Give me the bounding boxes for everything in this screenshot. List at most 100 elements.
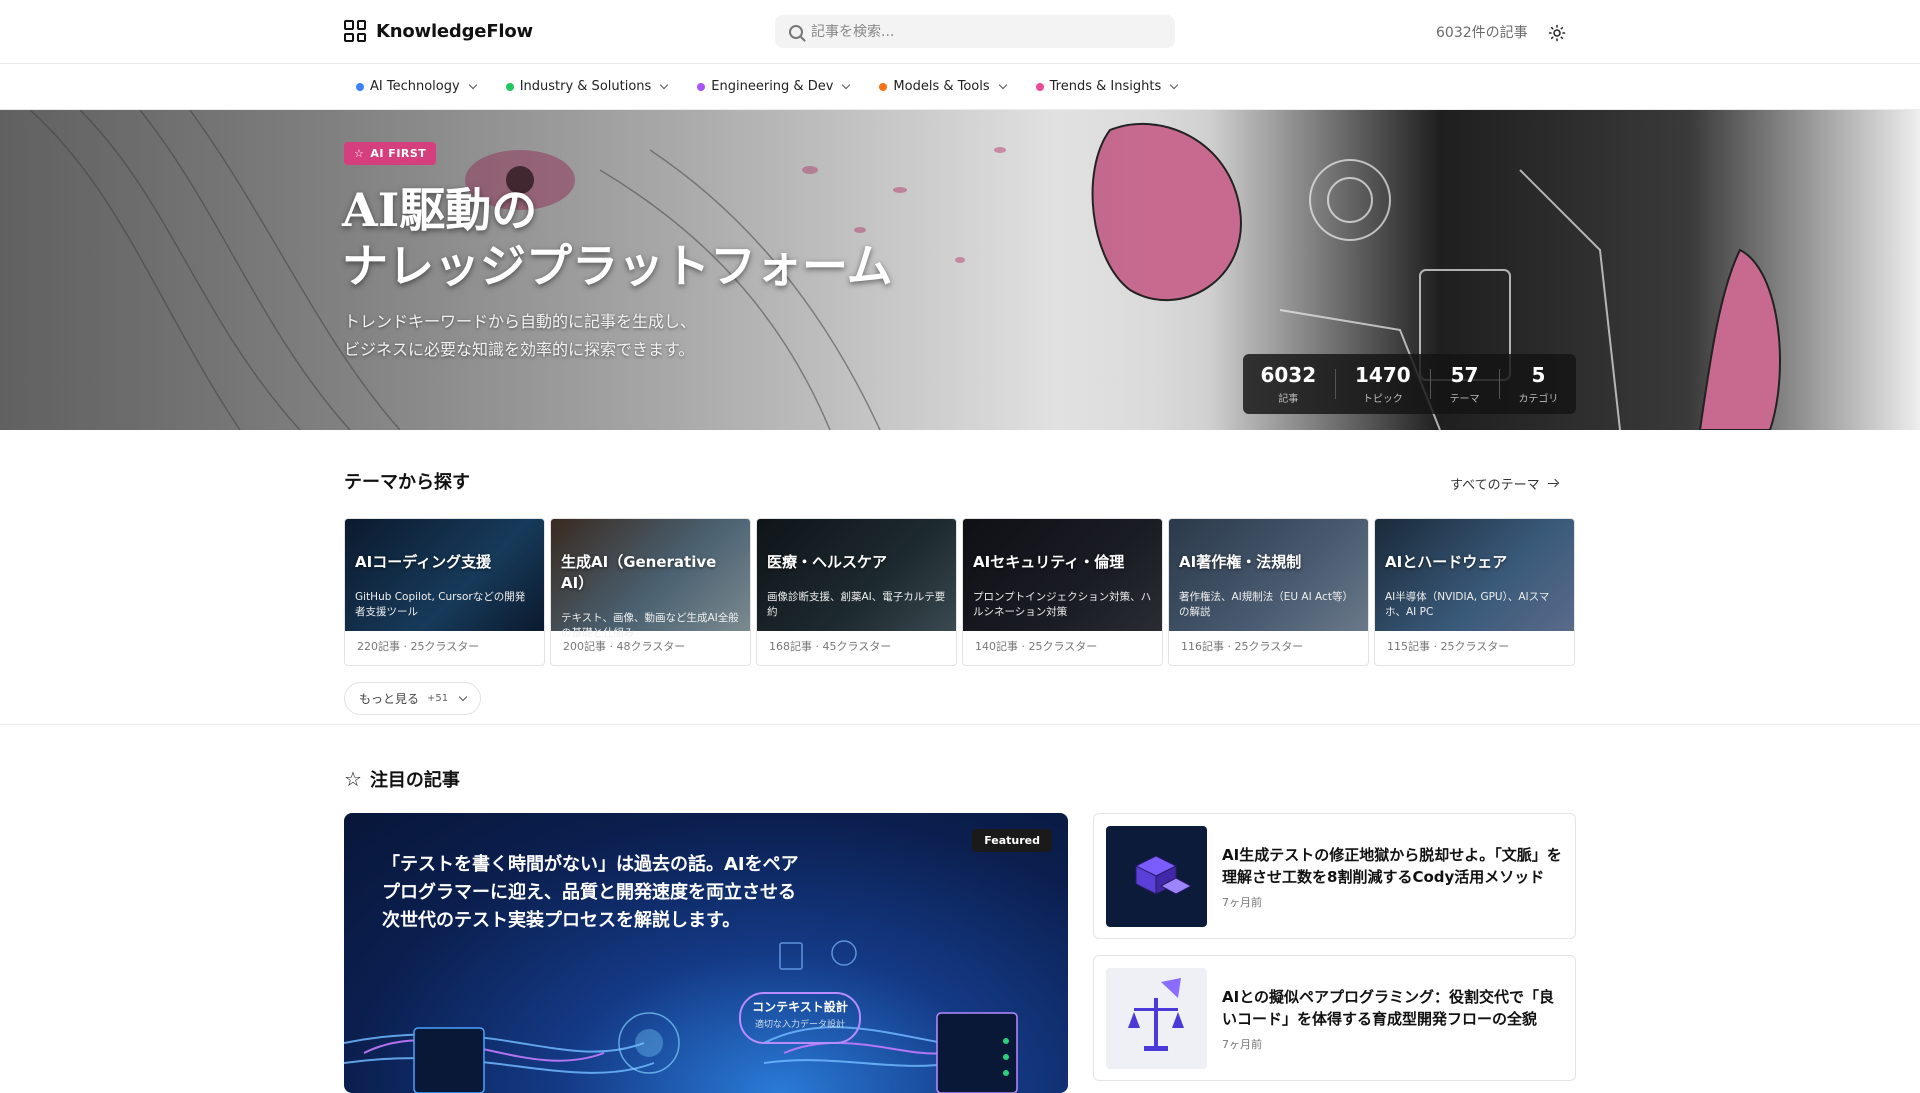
star-outline-icon: ☆ bbox=[344, 767, 362, 791]
stat-separator bbox=[1335, 369, 1337, 399]
category-label: Engineering & Dev bbox=[711, 79, 834, 94]
theme-name: AIセキュリティ・倫理 bbox=[973, 553, 1125, 571]
hero-title: AI駆動の ナレッジプラットフォーム bbox=[342, 182, 893, 294]
logo[interactable]: KnowledgeFlow bbox=[344, 20, 533, 42]
featured-main-text: 「テストを書く時間がない」は過去の話。AIをペアプログラマーに迎え、品質と開発速… bbox=[382, 854, 799, 931]
theme-card[interactable]: 生成AI（Generative AI） テキスト、画像、動画など生成AI全般の基… bbox=[550, 518, 751, 666]
side-article-title: AI生成テストの修正地獄から脱却せよ。「文脈」を理解させ工数を8割削減するCod… bbox=[1222, 846, 1562, 886]
side-article-title: AIとの擬似ペアプログラミング：役割交代で「良いコード」を体得する育成型開発フロ… bbox=[1222, 988, 1555, 1028]
stat-label: カテゴリ bbox=[1518, 394, 1559, 405]
chevron-down-icon bbox=[1169, 80, 1179, 89]
theme-name: 医療・ヘルスケア bbox=[767, 553, 888, 571]
category-label: Industry & Solutions bbox=[519, 79, 652, 94]
theme-description: GitHub Copilot, Cursorなどの開発者支援ツール bbox=[355, 591, 526, 618]
stat-number: 57 bbox=[1450, 363, 1479, 387]
theme-description: テキスト、画像、動画など生成AI全般の基礎と仕組み bbox=[561, 612, 739, 639]
stat-number: 6032 bbox=[1260, 363, 1317, 387]
theme-card[interactable]: AI著作権・法規制 著作権法、AI規制法（EU AI Act等）の解説 116記… bbox=[1168, 518, 1369, 666]
chevron-down-icon bbox=[468, 80, 477, 89]
theme-image: AIとハードウェア AI半導体（NVIDIA, GPU）、AIスマホ、AI PC bbox=[1375, 519, 1574, 631]
stat-item: 57 テーマ bbox=[1450, 363, 1480, 405]
arrow-right-icon bbox=[1547, 479, 1558, 489]
theme-description: AI半導体（NVIDIA, GPU）、AIスマホ、AI PC bbox=[1385, 591, 1550, 618]
theme-image: 生成AI（Generative AI） テキスト、画像、動画など生成AI全般の基… bbox=[551, 519, 750, 639]
featured-tag: Featured bbox=[972, 829, 1052, 852]
article-thumbnail bbox=[1106, 826, 1207, 927]
theme-card-list: AIコーディング支援 GitHub Copilot, Cursorなどの開発者支… bbox=[344, 518, 1575, 666]
top-header: KnowledgeFlow 6032件の記事 bbox=[0, 0, 1920, 64]
featured-title-text: 注目の記事 bbox=[369, 770, 460, 791]
isometric-blocks-icon bbox=[1134, 855, 1193, 895]
side-article-date: 7ヶ月前 bbox=[1222, 896, 1262, 909]
theme-name: 生成AI（Generative AI） bbox=[561, 553, 717, 592]
theme-name: AIコーディング支援 bbox=[355, 553, 492, 571]
category-dot-icon bbox=[1035, 82, 1044, 91]
featured-section-title: ☆ 注目の記事 bbox=[344, 766, 460, 792]
section-divider bbox=[0, 724, 1920, 725]
ai-first-badge: ☆ AI FIRST bbox=[344, 142, 437, 165]
show-more-button[interactable]: もっと見る +51 bbox=[344, 682, 482, 715]
theme-card[interactable]: 医療・ヘルスケア 画像診断支援、創薬AI、電子カルテ要約 168記事 · 45ク… bbox=[756, 518, 957, 666]
stat-separator bbox=[1498, 369, 1500, 399]
show-more-label: もっと見る bbox=[359, 692, 420, 706]
category-nav-item[interactable]: Trends & Insights bbox=[1035, 79, 1179, 94]
theme-meta: 140記事 · 25クラスター bbox=[975, 640, 1098, 653]
theme-image: 医療・ヘルスケア 画像診断支援、創薬AI、電子カルテ要約 bbox=[757, 519, 956, 631]
theme-toggle-button[interactable] bbox=[1544, 20, 1570, 46]
category-nav-item[interactable]: Industry & Solutions bbox=[505, 79, 669, 94]
category-label: Trends & Insights bbox=[1049, 79, 1162, 94]
stat-number: 1470 bbox=[1355, 363, 1411, 387]
article-thumbnail bbox=[1106, 968, 1207, 1069]
logo-text: KnowledgeFlow bbox=[376, 20, 533, 42]
stat-number: 5 bbox=[1531, 363, 1546, 387]
theme-image: AIセキュリティ・倫理 プロンプトインジェクション対策、ハルシネーション対策 bbox=[963, 519, 1162, 631]
theme-card[interactable]: AIとハードウェア AI半導体（NVIDIA, GPU）、AIスマホ、AI PC… bbox=[1374, 518, 1575, 666]
category-nav-item[interactable]: AI Technology bbox=[356, 79, 477, 94]
featured-side-article[interactable]: AI生成テストの修正地獄から脱却せよ。「文脈」を理解させ工数を8割削減するCod… bbox=[1093, 813, 1576, 939]
stat-item: 6032 記事 bbox=[1260, 363, 1316, 405]
chevron-down-icon bbox=[998, 80, 1007, 89]
category-nav-item[interactable]: Models & Tools bbox=[879, 79, 1007, 94]
stat-item: 1470 トピック bbox=[1355, 363, 1411, 405]
featured-main-article[interactable]: コンテキスト設計 適切な入力データ設計 Featured 「テストを書く時間がな… bbox=[344, 813, 1068, 1093]
theme-description: 著作権法、AI規制法（EU AI Act等）の解説 bbox=[1179, 591, 1353, 618]
category-dot-icon bbox=[879, 82, 888, 91]
grid-logo-icon bbox=[344, 20, 366, 42]
hero-overlay bbox=[0, 110, 1920, 430]
art-sub-label: 適切な入力データ設計 bbox=[755, 1018, 845, 1030]
search-icon bbox=[789, 24, 803, 39]
theme-description: プロンプトインジェクション対策、ハルシネーション対策 bbox=[973, 591, 1152, 618]
hero-title-line2: ナレッジプラットフォーム bbox=[342, 239, 893, 293]
theme-card[interactable]: AIコーディング支援 GitHub Copilot, Cursorなどの開発者支… bbox=[344, 518, 545, 666]
hero-subtitle: トレンドキーワードから自動的に記事を生成し、 ビジネスに必要な知識を効率的に探索… bbox=[344, 308, 696, 364]
category-dot-icon bbox=[356, 82, 364, 91]
article-count: 6032件の記事 bbox=[1436, 25, 1528, 41]
theme-name: AI著作権・法規制 bbox=[1179, 553, 1302, 571]
category-label: Models & Tools bbox=[893, 79, 990, 94]
featured-side-article[interactable]: AIとの擬似ペアプログラミング：役割交代で「良いコード」を体得する育成型開発フロ… bbox=[1093, 955, 1576, 1081]
category-nav-item[interactable]: Engineering & Dev bbox=[697, 79, 851, 94]
category-label: AI Technology bbox=[370, 79, 460, 94]
stat-label: 記事 bbox=[1278, 394, 1299, 405]
art-label: コンテキスト設計 bbox=[752, 999, 848, 1014]
chevron-down-icon bbox=[842, 80, 851, 89]
chevron-down-icon bbox=[458, 692, 468, 701]
star-icon: ☆ bbox=[354, 147, 365, 160]
all-themes-link[interactable]: すべてのテーマ bbox=[1450, 474, 1558, 493]
stat-label: トピック bbox=[1362, 394, 1403, 405]
hero-title-line1: AI駆動の bbox=[342, 183, 538, 237]
scales-hands-icon bbox=[1128, 978, 1184, 1051]
search-input[interactable] bbox=[811, 23, 1151, 40]
theme-description: 画像診断支援、創薬AI、電子カルテ要約 bbox=[767, 591, 946, 618]
themes-section-title: テーマから探す bbox=[344, 472, 470, 493]
search-bar[interactable] bbox=[775, 15, 1175, 48]
stats-panel: 6032 記事 1470 トピック 57 テーマ 5 カテゴリ bbox=[1243, 354, 1576, 414]
stat-item: 5 カテゴリ bbox=[1518, 363, 1558, 405]
stat-label: テーマ bbox=[1449, 394, 1480, 405]
category-list: AI Technology Industry & Solutions Engin… bbox=[356, 79, 1179, 94]
theme-image: AIコーディング支援 GitHub Copilot, Cursorなどの開発者支… bbox=[345, 519, 544, 631]
theme-card[interactable]: AIセキュリティ・倫理 プロンプトインジェクション対策、ハルシネーション対策 1… bbox=[962, 518, 1163, 666]
all-themes-label: すべてのテーマ bbox=[1450, 478, 1540, 493]
side-article-date: 7ヶ月前 bbox=[1222, 1038, 1262, 1051]
category-nav: AI Technology Industry & Solutions Engin… bbox=[0, 64, 1920, 110]
